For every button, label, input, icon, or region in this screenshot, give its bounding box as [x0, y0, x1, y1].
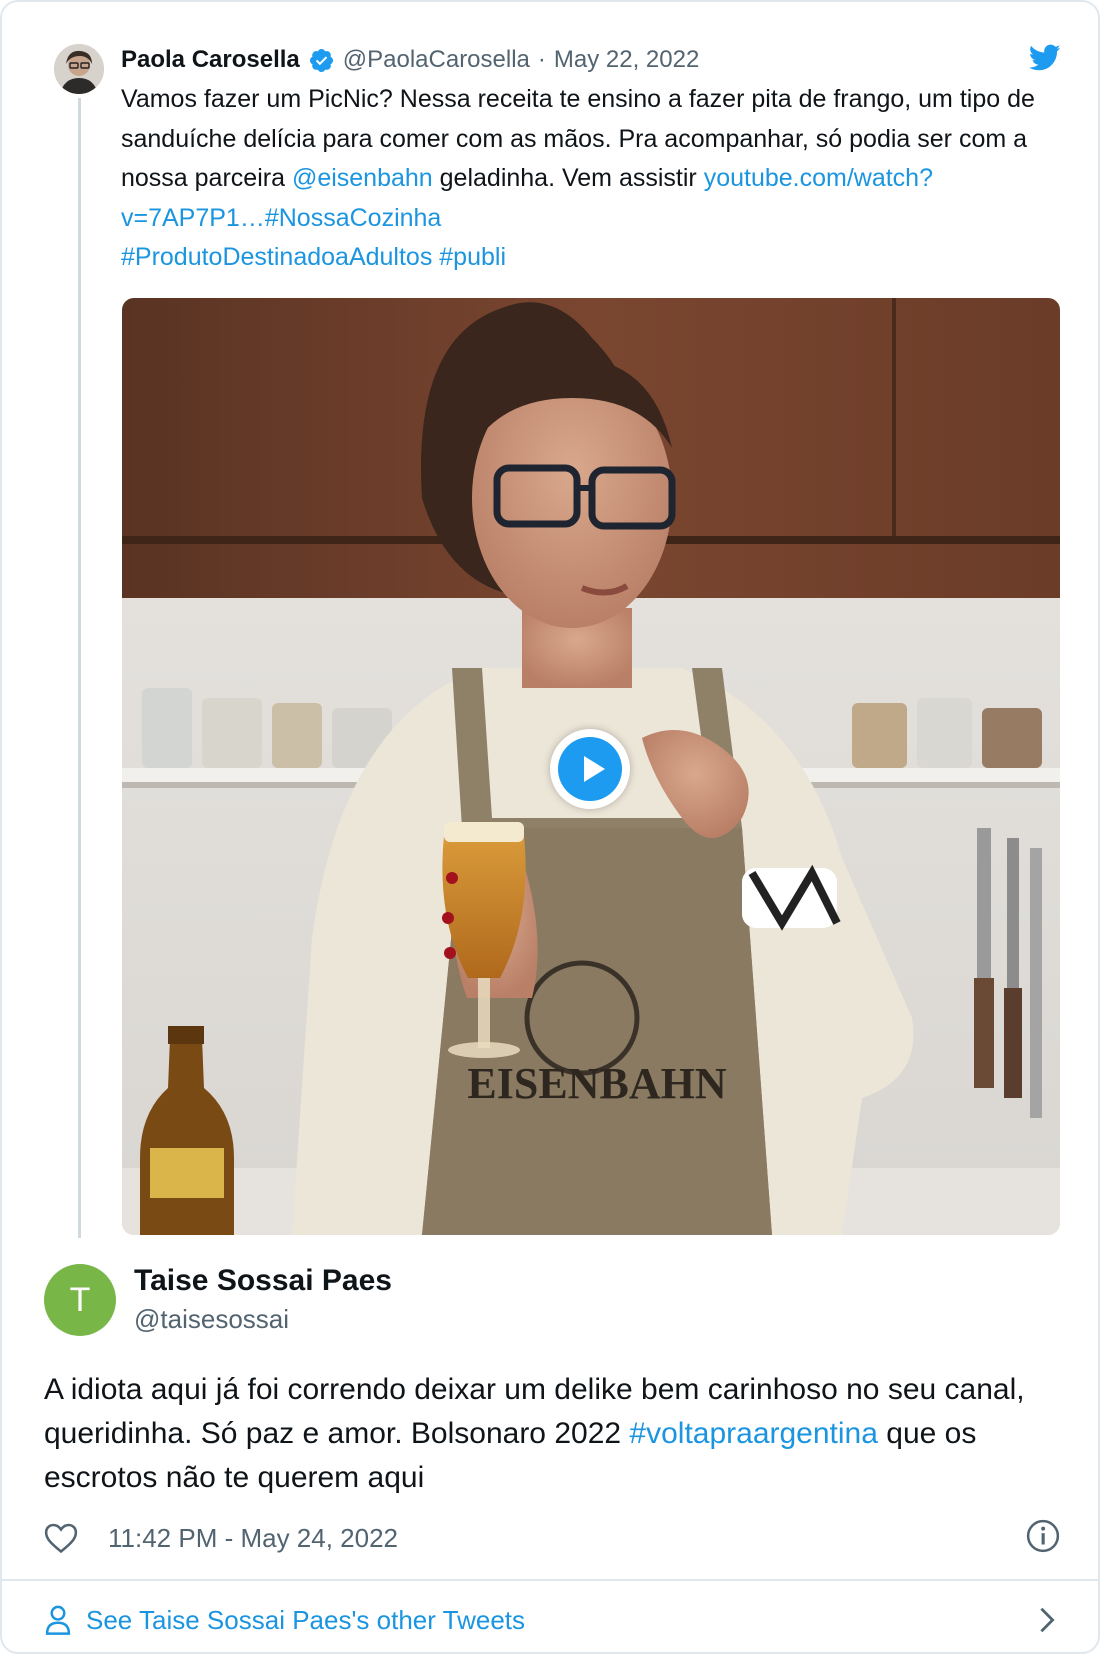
- play-button[interactable]: [550, 729, 630, 809]
- footer-divider: [2, 1579, 1098, 1581]
- heart-icon[interactable]: [44, 1522, 78, 1554]
- hashtag-publi[interactable]: #publi: [439, 243, 506, 271]
- play-icon: [584, 756, 605, 782]
- separator-dot: ·: [537, 46, 546, 73]
- parent-author-avatar[interactable]: [54, 44, 104, 94]
- tweet-text: A idiota aqui já foi correndo deixar um …: [44, 1368, 1044, 1500]
- parent-text-segment: geladinha. Vem assistir: [432, 164, 704, 192]
- person-icon: [45, 1605, 71, 1635]
- author-avatar[interactable]: T: [44, 1264, 116, 1336]
- chevron-right-icon[interactable]: [1038, 1606, 1056, 1634]
- author-name[interactable]: Taise Sossai Paes: [134, 1264, 392, 1298]
- hashtag-nossacozinha[interactable]: #NossaCozinha: [265, 204, 442, 232]
- parent-tweet-text: Vamos fazer um PicNic? Nessa receita te …: [121, 80, 1066, 278]
- parent-tweet: Paola Carosella @PaolaCarosella · May 22…: [121, 38, 1061, 278]
- tweet-timestamp[interactable]: 11:42 PM - May 24, 2022: [108, 1523, 398, 1554]
- parent-author-handle[interactable]: @PaolaCarosella: [343, 46, 530, 74]
- parent-author-name[interactable]: Paola Carosella: [121, 46, 300, 74]
- author-handle[interactable]: @taisesossai: [134, 1304, 289, 1335]
- play-button-fill: [558, 737, 622, 801]
- see-other-tweets-link[interactable]: See Taise Sossai Paes's other Tweets: [44, 1600, 1060, 1640]
- hashtag-produtodestinadoaadultos[interactable]: #ProdutoDestinadoaAdultos: [121, 243, 432, 271]
- hashtag-voltapraargentina[interactable]: #voltapraargentina: [629, 1417, 878, 1450]
- parent-tweet-header: Paola Carosella @PaolaCarosella · May 22…: [121, 38, 1061, 82]
- verified-badge-icon: [309, 48, 333, 72]
- apron-logo-text: EISENBAHN: [467, 1059, 726, 1108]
- info-icon[interactable]: [1026, 1519, 1060, 1553]
- thread-connector-line: [78, 98, 81, 1238]
- parent-tweet-date[interactable]: May 22, 2022: [554, 46, 699, 74]
- mention-link-eisenbahn[interactable]: @eisenbahn: [292, 164, 433, 192]
- video-thumbnail[interactable]: EISENBAHN: [122, 298, 1060, 1235]
- twitter-bird-icon[interactable]: [1029, 44, 1061, 72]
- tweet-meta-bar: 11:42 PM - May 24, 2022: [44, 1518, 1060, 1558]
- see-other-tweets-label[interactable]: See Taise Sossai Paes's other Tweets: [86, 1605, 525, 1636]
- tweet-embed-card: Paola Carosella @PaolaCarosella · May 22…: [0, 0, 1100, 1654]
